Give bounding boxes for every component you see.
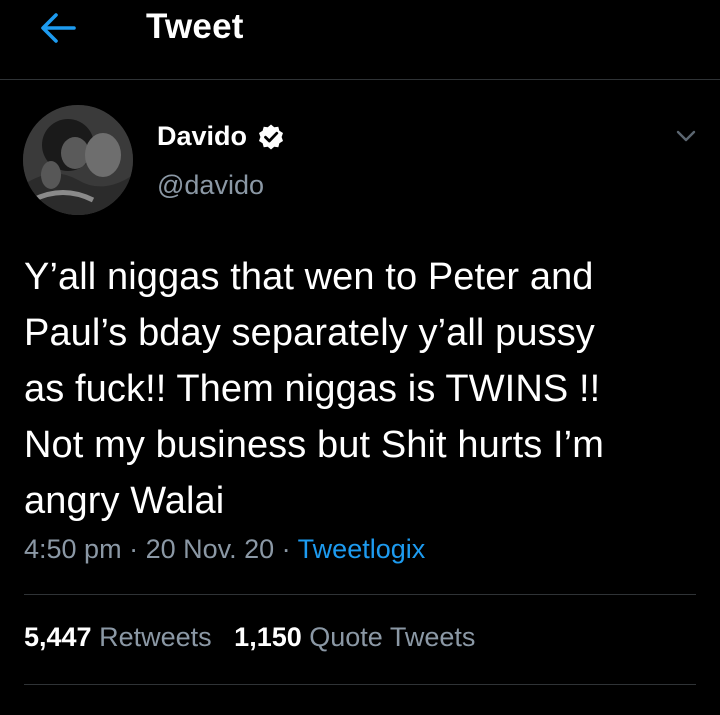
tweet-metadata: 4:50 pm · 20 Nov. 20 · Tweetlogix: [24, 534, 425, 565]
author-handle[interactable]: @davido: [157, 170, 264, 201]
quote-tweets-label: Quote Tweets: [309, 622, 476, 652]
author-name[interactable]: Davido: [157, 121, 285, 152]
retweets-label: Retweets: [99, 622, 212, 652]
avatar[interactable]: [23, 105, 133, 215]
divider: [24, 684, 696, 685]
tweet-stats: 5,447 Retweets 1,150 Quote Tweets: [24, 622, 475, 653]
meta-separator: ·: [121, 534, 146, 564]
author-display-name: Davido: [157, 121, 248, 151]
verified-badge-icon: [257, 123, 285, 151]
tweet-source-link[interactable]: Tweetlogix: [298, 534, 426, 564]
app-header: Tweet: [0, 0, 720, 80]
chevron-down-icon: [676, 130, 696, 142]
quote-tweets-stat[interactable]: 1,150 Quote Tweets: [234, 622, 475, 652]
meta-separator: ·: [274, 534, 298, 564]
tweet-text: Y’all niggas that wen to Peter and Paul’…: [24, 256, 604, 522]
avatar-image: [23, 105, 133, 215]
back-button[interactable]: [30, 10, 86, 46]
tweet-date[interactable]: 20 Nov. 20: [146, 534, 275, 564]
divider: [24, 594, 696, 595]
quote-tweets-count: 1,150: [234, 622, 302, 652]
page-title: Tweet: [146, 7, 244, 46]
arrow-left-icon: [41, 13, 76, 43]
retweets-count: 5,447: [24, 622, 92, 652]
tweet-menu-button[interactable]: [672, 122, 700, 150]
tweet-time[interactable]: 4:50 pm: [24, 534, 122, 564]
retweets-stat[interactable]: 5,447 Retweets: [24, 622, 212, 652]
